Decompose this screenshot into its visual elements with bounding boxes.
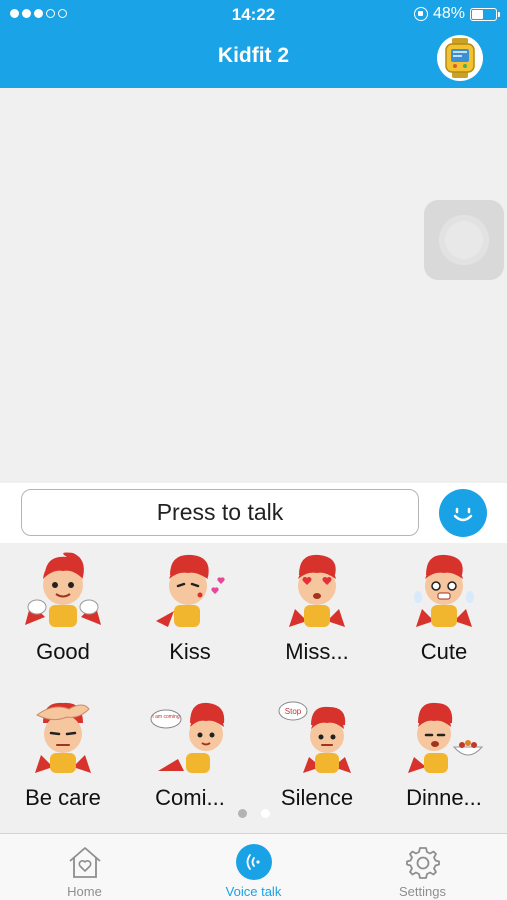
page-dot[interactable] <box>237 809 247 818</box>
sticker-label: Dinne... <box>406 785 482 810</box>
sticker-good[interactable]: Good <box>0 547 126 685</box>
sticker-label: Good <box>36 639 90 664</box>
sticker-miss[interactable]: Miss... <box>254 547 380 685</box>
battery-percent: 48% <box>432 5 465 22</box>
smiley-face-icon[interactable] <box>439 489 487 537</box>
rotation-lock-icon <box>413 7 428 21</box>
tab-voice-talk[interactable]: Voice talk <box>169 834 338 900</box>
press-to-talk-button[interactable]: Press to talk <box>21 489 419 536</box>
hero-thumbs-up-sticker <box>25 552 101 627</box>
sticker-label: Cute <box>420 639 468 664</box>
tab-label: Voice talk <box>225 884 282 899</box>
chat-area[interactable] <box>0 88 507 483</box>
status-bar: 14:22 48% <box>0 0 507 30</box>
sticker-bubble-text: Stop <box>285 707 302 716</box>
tab-home[interactable]: Home <box>0 834 169 900</box>
battery-icon <box>470 7 500 21</box>
sticker-bubble-text: I am coming <box>152 714 179 720</box>
page-dot[interactable] <box>260 809 270 818</box>
app-header: 14:22 48% Kidfit 2 <box>0 0 507 88</box>
sticker-label: Be care <box>25 785 101 810</box>
tab-settings[interactable]: Settings <box>338 834 507 900</box>
tab-label: Settings <box>399 884 446 899</box>
page-indicator <box>0 809 507 818</box>
hero-dinner-sticker <box>408 702 484 773</box>
sticker-label: Kiss <box>169 639 211 664</box>
input-row: Press to talk <box>0 483 507 543</box>
hero-cute-sticker <box>414 554 474 627</box>
house-heart-icon <box>66 843 104 881</box>
smartwatch-icon[interactable] <box>437 35 483 81</box>
tab-bar: Home Voice talk Settings <box>0 833 507 900</box>
sticker-label: Silence <box>280 785 354 810</box>
sticker-panel: Good Kiss Miss... Cute Be care I am comi… <box>0 543 507 833</box>
sticker-label: Miss... <box>285 639 349 664</box>
hero-be-careful-sticker <box>35 702 91 773</box>
hero-stop-sticker: Stop <box>278 701 351 773</box>
sticker-label: Comi... <box>155 785 225 810</box>
voice-waves-icon <box>235 843 273 881</box>
hero-coming-sticker: I am coming <box>150 702 225 773</box>
sticker-cute[interactable]: Cute <box>381 547 507 685</box>
tab-label: Home <box>67 884 102 899</box>
sticker-kiss[interactable]: Kiss <box>127 547 253 685</box>
status-right: 48% <box>413 5 500 23</box>
page-title: Kidfit 2 <box>217 44 290 67</box>
assistive-touch-button[interactable] <box>424 200 504 280</box>
gear-icon <box>404 843 442 881</box>
hero-heart-eyes-sticker <box>289 554 345 627</box>
hero-kiss-sticker <box>156 554 225 627</box>
